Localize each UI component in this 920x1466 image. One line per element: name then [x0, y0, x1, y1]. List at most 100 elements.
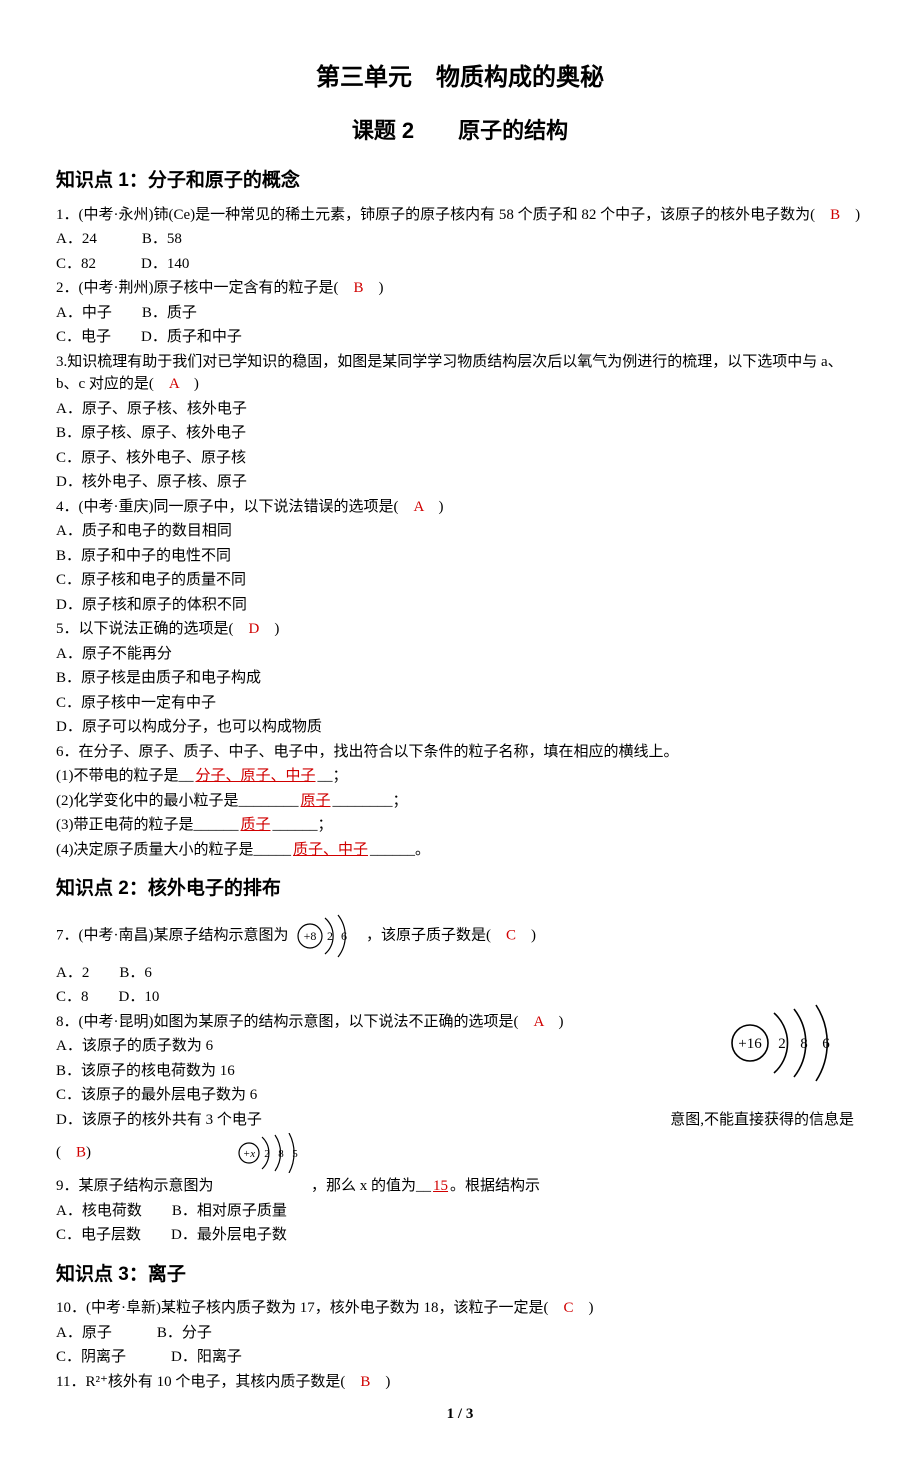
q6-p1-ans: 分子、原子、中子: [194, 768, 318, 784]
q7-text-c: ): [516, 927, 536, 943]
q5: 5．以下说法正确的选项是( D ): [56, 618, 864, 641]
q3-opt-b: B．原子核、原子、核外电子: [56, 422, 864, 445]
q9-r2-b: ，那么 x 的值为__: [311, 1178, 431, 1194]
q11: 11．R²⁺核外有 10 个电子，其核内质子数是( B ): [56, 1371, 864, 1394]
q7-opts-ab: A．2 B．6: [56, 962, 864, 985]
q6-p1-b: __；: [318, 768, 348, 784]
q9-row2: 9．某原子结构示意图为 ，那么 x 的值为__15。根据结构示: [56, 1175, 864, 1198]
q5-opt-a: A．原子不能再分: [56, 643, 864, 666]
q8-opt-d: D．该原子的核外共有 3 个电子 意图,不能直接获得的信息是: [56, 1109, 864, 1132]
q8-center: +16: [738, 1036, 762, 1052]
q1: 1．(中考·永州)铈(Ce)是一种常见的稀土元素，铈原子的原子核内有 58 个质…: [56, 204, 864, 227]
q6-part1: (1)不带电的粒子是__分子、原子、中子__；: [56, 765, 864, 788]
q4-opt-b: B．原子和中子的电性不同: [56, 545, 864, 568]
atom-diagram-q9: +x 2 8 5: [235, 1133, 315, 1173]
q9-r2-a: 9．某原子结构示意图为: [56, 1178, 214, 1194]
q9-r1-ans: B: [76, 1144, 86, 1160]
q5-opt-d: D．原子可以构成分子，也可以构成物质: [56, 716, 864, 739]
q4-text-b: ): [424, 499, 444, 515]
q6-p3-b: ______；: [273, 817, 333, 833]
q7-text-a: 7．(中考·南昌)某原子结构示意图为: [56, 927, 289, 943]
q3-opt-a: A．原子、原子核、核外电子: [56, 398, 864, 421]
q3-opt-d: D．核外电子、原子核、原子: [56, 471, 864, 494]
q6-p4-b: ______。: [370, 842, 430, 858]
q9-r1-b: ): [86, 1144, 91, 1160]
q3-opt-c: C．原子、核外电子、原子核: [56, 447, 864, 470]
q2-text-b: ): [364, 280, 384, 296]
q9-shell2: 8: [278, 1148, 284, 1160]
q1-answer: B: [830, 207, 840, 223]
q1-opts-cd: C．82 D．140: [56, 253, 864, 276]
q9-r2-ans: 15: [431, 1178, 450, 1194]
q9-r2-c: 。根据结构示: [450, 1178, 540, 1194]
atom-diagram-q8: +16 2 8 6: [724, 1003, 854, 1083]
q5-answer: D: [249, 621, 260, 637]
q8-shell2: 8: [800, 1036, 808, 1052]
q6-part3: (3)带正电荷的粒子是______质子______；: [56, 814, 864, 837]
q9-shell3: 5: [292, 1148, 298, 1160]
section1-heading: 知识点 1：分子和原子的概念: [56, 167, 864, 196]
q7-answer: C: [506, 927, 516, 943]
q7: 7．(中考·南昌)某原子结构示意图为 +8 2 6 ，该原子质子数是( C ): [56, 912, 864, 960]
q10-text-a: 10．(中考·阜新)某粒子核内质子数为 17，核外电子数为 18，该粒子一定是(: [56, 1300, 563, 1316]
q2-opts-ab: A．中子 B．质子: [56, 302, 864, 325]
q9-block: ( B) +x 2 8 5 9．某原子结构示意图为 ，那么 x 的值为__15。…: [56, 1133, 864, 1247]
q5-text-b: ): [259, 621, 279, 637]
q9-r1-a: (: [56, 1144, 76, 1160]
page-number: 1 / 3: [56, 1403, 864, 1426]
q6-p2-b: ________；: [333, 793, 408, 809]
q8-text-a: 8．(中考·昆明)如图为某原子的结构示意图，以下说法不正确的选项是(: [56, 1014, 533, 1030]
q11-text-b: ): [370, 1374, 390, 1390]
q10: 10．(中考·阜新)某粒子核内质子数为 17，核外电子数为 18，该粒子一定是(…: [56, 1297, 864, 1320]
q6-p2-ans: 原子: [299, 793, 333, 809]
q7-text-b: ，该原子质子数是(: [366, 927, 506, 943]
q6-part2: (2)化学变化中的最小粒子是________原子________；: [56, 790, 864, 813]
q4: 4．(中考·重庆)同一原子中，以下说法错误的选项是( A ): [56, 496, 864, 519]
q6-p4-a: (4)决定原子质量大小的粒子是_____: [56, 842, 291, 858]
q2: 2．(中考·荆州)原子核中一定含有的粒子是( B ): [56, 277, 864, 300]
q8-tail-text: 意图,不能直接获得的信息是: [670, 1109, 854, 1132]
q8-opt-d-text: D．该原子的核外共有 3 个电子: [56, 1112, 262, 1128]
q8-opt-c: C．该原子的最外层电子数为 6: [56, 1084, 864, 1107]
q7-shell1: 2: [327, 929, 333, 943]
q10-text-b: ): [574, 1300, 594, 1316]
q4-answer: A: [413, 499, 423, 515]
q5-opt-b: B．原子核是由质子和电子构成: [56, 667, 864, 690]
q5-text-a: 5．以下说法正确的选项是(: [56, 621, 249, 637]
q6-intro: 6．在分子、原子、质子、中子、电子中，找出符合以下条件的粒子名称，填在相应的横线…: [56, 741, 864, 764]
q4-opt-c: C．原子核和电子的质量不同: [56, 569, 864, 592]
q8-shell1: 2: [778, 1036, 786, 1052]
q2-text-a: 2．(中考·荆州)原子核中一定含有的粒子是(: [56, 280, 353, 296]
q9-shell1: 2: [264, 1148, 270, 1160]
q5-opt-c: C．原子核中一定有中子: [56, 692, 864, 715]
q6-p1-a: (1)不带电的粒子是__: [56, 768, 194, 784]
q7-shell2: 6: [341, 929, 347, 943]
unit-title: 第三单元 物质构成的奥秘: [56, 60, 864, 96]
q6-p2-a: (2)化学变化中的最小粒子是________: [56, 793, 299, 809]
q1-text-b: ): [840, 207, 860, 223]
q8-answer: A: [533, 1014, 543, 1030]
q11-text-a: 11．R²⁺核外有 10 个电子，其核内质子数是(: [56, 1374, 360, 1390]
q4-opt-a: A．质子和电子的数目相同: [56, 520, 864, 543]
q9-center: +x: [243, 1148, 255, 1160]
q1-text-a: 1．(中考·永州)铈(Ce)是一种常见的稀土元素，铈原子的原子核内有 58 个质…: [56, 207, 830, 223]
q9-opts-cd: C．电子层数 D．最外层电子数: [56, 1224, 864, 1247]
q10-opts-cd: C．阴离子 D．阳离子: [56, 1346, 864, 1369]
q6-part4: (4)决定原子质量大小的粒子是_____质子、中子______。: [56, 839, 864, 862]
q9-opts-ab: A．核电荷数 B．相对原子质量: [56, 1200, 864, 1223]
q8-shell3: 6: [822, 1036, 830, 1052]
q6-p3-a: (3)带正电荷的粒子是______: [56, 817, 239, 833]
q8-text-b: ): [544, 1014, 564, 1030]
q9-row1: ( B) +x 2 8 5: [56, 1133, 864, 1173]
q10-opts-ab: A．原子 B．分子: [56, 1322, 864, 1345]
q3-text-b: ): [179, 376, 199, 392]
q6-p3-ans: 质子: [239, 817, 273, 833]
section2-heading: 知识点 2：核外电子的排布: [56, 875, 864, 904]
q3: 3.知识梳理有助于我们对已学知识的稳固，如图是某同学学习物质结构层次后以氧气为例…: [56, 351, 864, 396]
q4-opt-d: D．原子核和原子的体积不同: [56, 594, 864, 617]
q2-answer: B: [353, 280, 363, 296]
q11-answer: B: [360, 1374, 370, 1390]
q3-answer: A: [169, 376, 179, 392]
q6-p4-ans: 质子、中子: [291, 842, 370, 858]
q10-answer: C: [563, 1300, 573, 1316]
